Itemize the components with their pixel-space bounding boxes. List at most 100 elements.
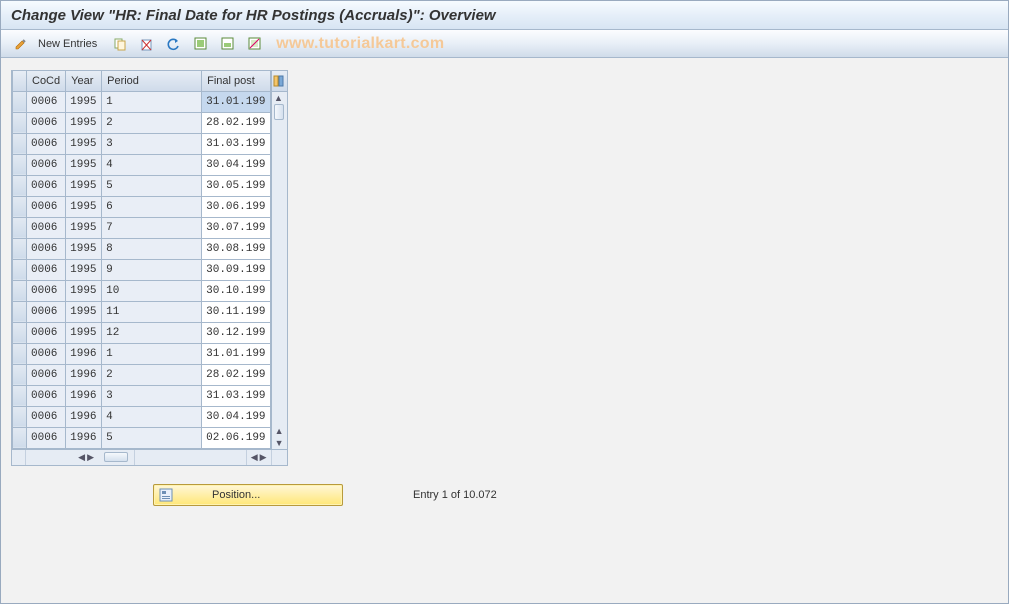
cell-period[interactable]: 1 [102, 343, 202, 364]
cell-year[interactable]: 1995 [66, 322, 102, 343]
cell-period[interactable]: 3 [102, 385, 202, 406]
toggle-display-change-icon[interactable] [9, 34, 33, 54]
select-all-column-header[interactable] [13, 71, 27, 91]
hscroll-left-icon[interactable]: ◀ [78, 452, 85, 463]
select-all-icon[interactable] [189, 34, 213, 54]
cell-finalpost[interactable]: 28.02.199 [202, 112, 270, 133]
col-header-year[interactable]: Year [66, 71, 102, 91]
delete-icon[interactable] [135, 34, 159, 54]
cell-finalpost[interactable]: 30.08.199 [202, 238, 270, 259]
cell-finalpost[interactable]: 30.09.199 [202, 259, 270, 280]
table-row[interactable]: 00061996131.01.199 [13, 343, 271, 364]
cell-year[interactable]: 1995 [66, 301, 102, 322]
cell-year[interactable]: 1995 [66, 217, 102, 238]
col-header-period[interactable]: Period [102, 71, 202, 91]
cell-period[interactable]: 12 [102, 322, 202, 343]
cell-period[interactable]: 1 [102, 91, 202, 112]
cell-period[interactable]: 10 [102, 280, 202, 301]
cell-year[interactable]: 1995 [66, 91, 102, 112]
table-row[interactable]: 00061995131.01.199 [13, 91, 271, 112]
table-row[interactable]: 000619951030.10.199 [13, 280, 271, 301]
table-settings-icon[interactable] [271, 71, 287, 92]
row-selector[interactable] [13, 280, 27, 301]
row-selector[interactable] [13, 259, 27, 280]
new-entries-button[interactable]: New Entries [36, 38, 105, 50]
cell-finalpost[interactable]: 30.11.199 [202, 301, 270, 322]
cell-year[interactable]: 1995 [66, 133, 102, 154]
cell-finalpost[interactable]: 31.03.199 [202, 385, 270, 406]
row-selector[interactable] [13, 301, 27, 322]
table-row[interactable]: 00061995430.04.199 [13, 154, 271, 175]
cell-period[interactable]: 5 [102, 427, 202, 448]
cell-finalpost[interactable]: 02.06.199 [202, 427, 270, 448]
table-row[interactable]: 00061996502.06.199 [13, 427, 271, 448]
table-row[interactable]: 000619951130.11.199 [13, 301, 271, 322]
cell-period[interactable]: 2 [102, 112, 202, 133]
col-header-cocd[interactable]: CoCd [27, 71, 66, 91]
cell-finalpost[interactable]: 30.04.199 [202, 154, 270, 175]
cell-cocd[interactable]: 0006 [27, 154, 66, 175]
table-row[interactable]: 00061995630.06.199 [13, 196, 271, 217]
cell-finalpost[interactable]: 31.01.199 [202, 343, 270, 364]
cell-period[interactable]: 2 [102, 364, 202, 385]
cell-finalpost[interactable]: 30.10.199 [202, 280, 270, 301]
position-button[interactable]: Position... [153, 484, 343, 506]
cell-period[interactable]: 5 [102, 175, 202, 196]
cell-period[interactable]: 4 [102, 406, 202, 427]
row-selector[interactable] [13, 175, 27, 196]
table-row[interactable]: 00061995530.05.199 [13, 175, 271, 196]
hscroll-right2-icon[interactable]: ▶ [260, 452, 267, 463]
row-selector[interactable] [13, 427, 27, 448]
table-row[interactable]: 00061995730.07.199 [13, 217, 271, 238]
hscroll-right-icon[interactable]: ▶ [87, 452, 94, 463]
vertical-scrollbar[interactable]: ▲ ▲ ▼ [271, 92, 287, 449]
cell-year[interactable]: 1995 [66, 280, 102, 301]
table-row[interactable]: 00061995930.09.199 [13, 259, 271, 280]
copy-as-icon[interactable] [108, 34, 132, 54]
row-selector[interactable] [13, 217, 27, 238]
cell-finalpost[interactable]: 30.05.199 [202, 175, 270, 196]
cell-year[interactable]: 1996 [66, 364, 102, 385]
cell-cocd[interactable]: 0006 [27, 238, 66, 259]
cell-year[interactable]: 1995 [66, 196, 102, 217]
row-selector[interactable] [13, 154, 27, 175]
cell-finalpost[interactable]: 30.07.199 [202, 217, 270, 238]
cell-cocd[interactable]: 0006 [27, 343, 66, 364]
row-selector[interactable] [13, 406, 27, 427]
cell-period[interactable]: 3 [102, 133, 202, 154]
cell-cocd[interactable]: 0006 [27, 112, 66, 133]
deselect-all-icon[interactable] [243, 34, 267, 54]
cell-period[interactable]: 8 [102, 238, 202, 259]
cell-period[interactable]: 6 [102, 196, 202, 217]
scroll-down-icon[interactable]: ▼ [275, 438, 284, 448]
cell-cocd[interactable]: 0006 [27, 133, 66, 154]
row-selector[interactable] [13, 91, 27, 112]
cell-period[interactable]: 9 [102, 259, 202, 280]
cell-period[interactable]: 4 [102, 154, 202, 175]
cell-cocd[interactable]: 0006 [27, 322, 66, 343]
row-selector[interactable] [13, 364, 27, 385]
cell-cocd[interactable]: 0006 [27, 301, 66, 322]
cell-cocd[interactable]: 0006 [27, 427, 66, 448]
cell-year[interactable]: 1996 [66, 406, 102, 427]
horizontal-scrollbar[interactable]: ◀ ▶ ◀ ▶ [12, 449, 287, 465]
cell-cocd[interactable]: 0006 [27, 259, 66, 280]
cell-year[interactable]: 1995 [66, 112, 102, 133]
undo-change-icon[interactable] [162, 34, 186, 54]
cell-finalpost[interactable]: 31.03.199 [202, 133, 270, 154]
cell-finalpost[interactable]: 31.01.199 [202, 91, 270, 112]
cell-year[interactable]: 1995 [66, 154, 102, 175]
data-table[interactable]: CoCd Year Period Final post 00061995131.… [12, 71, 271, 449]
cell-cocd[interactable]: 0006 [27, 91, 66, 112]
row-selector[interactable] [13, 112, 27, 133]
table-row[interactable]: 00061995830.08.199 [13, 238, 271, 259]
cell-cocd[interactable]: 0006 [27, 385, 66, 406]
scroll-up-icon[interactable]: ▲ [274, 93, 284, 103]
cell-year[interactable]: 1996 [66, 343, 102, 364]
cell-cocd[interactable]: 0006 [27, 217, 66, 238]
row-selector[interactable] [13, 238, 27, 259]
scroll-page-up-icon[interactable]: ▲ [275, 426, 284, 436]
col-header-finalpost[interactable]: Final post [202, 71, 270, 91]
cell-period[interactable]: 11 [102, 301, 202, 322]
cell-cocd[interactable]: 0006 [27, 175, 66, 196]
